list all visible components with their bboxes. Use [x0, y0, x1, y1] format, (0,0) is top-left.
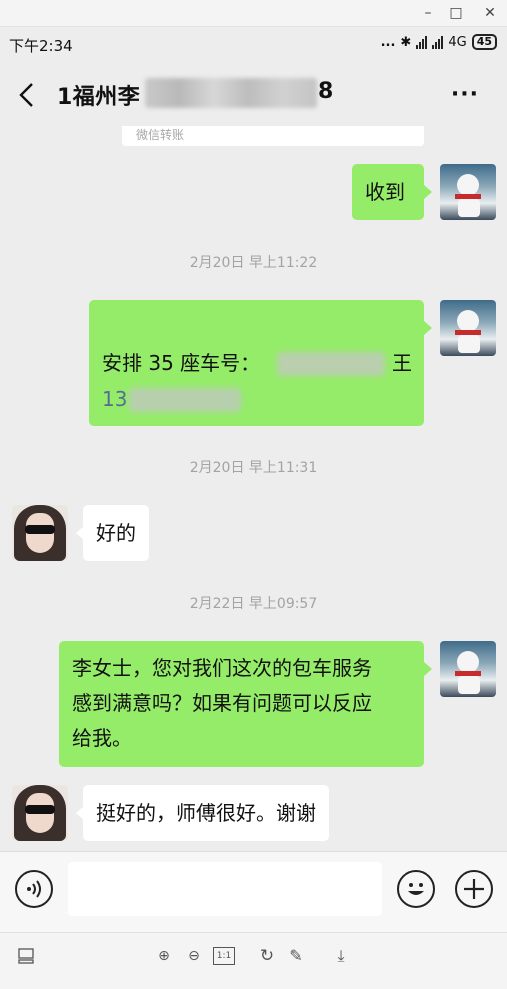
my-avatar[interactable]: [440, 164, 496, 220]
battery-icon: 45: [471, 34, 497, 50]
more-functions-button[interactable]: [455, 870, 493, 908]
thumbnail-view-icon[interactable]: [17, 947, 35, 965]
emoji-icon: [408, 883, 424, 895]
viewer-toolbar: ⊕ ⊖ 1:1 ↻ ✎ ⤓: [0, 932, 507, 989]
redacted-name-blur: [145, 78, 317, 108]
contact-avatar[interactable]: [12, 505, 68, 561]
message-input[interactable]: [68, 862, 382, 916]
status-time: 下午2:34: [9, 37, 73, 55]
chat-title: 1福州李: [57, 85, 141, 110]
chat-header: 1福州李 8 ···: [0, 62, 507, 128]
zoom-in-icon[interactable]: ⊕: [155, 947, 173, 965]
minimize-button[interactable]: –: [416, 4, 440, 22]
window-title-bar: – □ ✕: [0, 0, 507, 27]
message-bubble-sent[interactable]: 安排 35 座车号： 王 13: [89, 300, 424, 426]
my-avatar[interactable]: [440, 641, 496, 697]
bubble-tail: [424, 662, 432, 676]
redacted-phone: [129, 388, 241, 412]
contact-avatar[interactable]: [12, 785, 68, 841]
transfer-card[interactable]: 微信转账: [122, 126, 424, 146]
phone-link[interactable]: 13: [102, 382, 127, 417]
bubble-tail: [424, 185, 432, 199]
message-bubble-received[interactable]: 好的: [83, 505, 149, 561]
signal-hd-icon: [432, 35, 444, 49]
message-timestamp: 2月20日 早上11:22: [189, 255, 318, 271]
actual-size-icon[interactable]: 1:1: [213, 947, 235, 965]
my-avatar[interactable]: [440, 300, 496, 356]
signal-icon: [416, 35, 428, 49]
message-bubble-sent[interactable]: 李女士，您对我们这次的包车服务 感到满意吗？如果有问题可以反应 给我。: [59, 641, 424, 767]
rotate-icon[interactable]: ↻: [258, 947, 276, 965]
edit-icon[interactable]: ✎: [287, 947, 305, 965]
message-line-end: 王: [392, 351, 412, 375]
zoom-out-icon[interactable]: ⊖: [185, 947, 203, 965]
emoji-button[interactable]: [397, 870, 435, 908]
message-line: 李女士，您对我们这次的包车服务: [72, 656, 372, 680]
voice-input-button[interactable]: [15, 870, 53, 908]
bubble-tail: [424, 321, 432, 335]
message-line: 安排 35 座车号：: [102, 351, 261, 375]
download-icon[interactable]: ⤓: [332, 947, 350, 965]
status-bar: 下午2:34 ... ✱ 4G 45: [0, 27, 507, 61]
redacted-plate: [277, 352, 385, 376]
message-bubble-received[interactable]: 挺好的，师傅很好。谢谢: [83, 785, 329, 841]
plus-icon: [464, 879, 484, 899]
close-button[interactable]: ✕: [478, 4, 502, 22]
maximize-button[interactable]: □: [444, 4, 468, 22]
message-line: 给我。: [72, 726, 132, 750]
voice-icon: [27, 880, 41, 898]
back-arrow-icon[interactable]: [14, 80, 44, 110]
more-options-icon[interactable]: ···: [451, 82, 479, 107]
message-timestamp: 2月20日 早上11:31: [189, 460, 318, 476]
message-bubble-sent[interactable]: 收到: [352, 164, 424, 220]
input-bar: [0, 851, 507, 932]
chat-title-suffix: 8: [318, 79, 334, 104]
message-line: 感到满意吗？如果有问题可以反应: [72, 691, 372, 715]
message-timestamp: 2月22日 早上09:57: [189, 596, 318, 612]
network-type: 4G: [448, 34, 467, 50]
more-dots-icon: ...: [380, 34, 396, 50]
bluetooth-icon: ✱: [400, 34, 412, 50]
transfer-label: 微信转账: [136, 128, 185, 142]
